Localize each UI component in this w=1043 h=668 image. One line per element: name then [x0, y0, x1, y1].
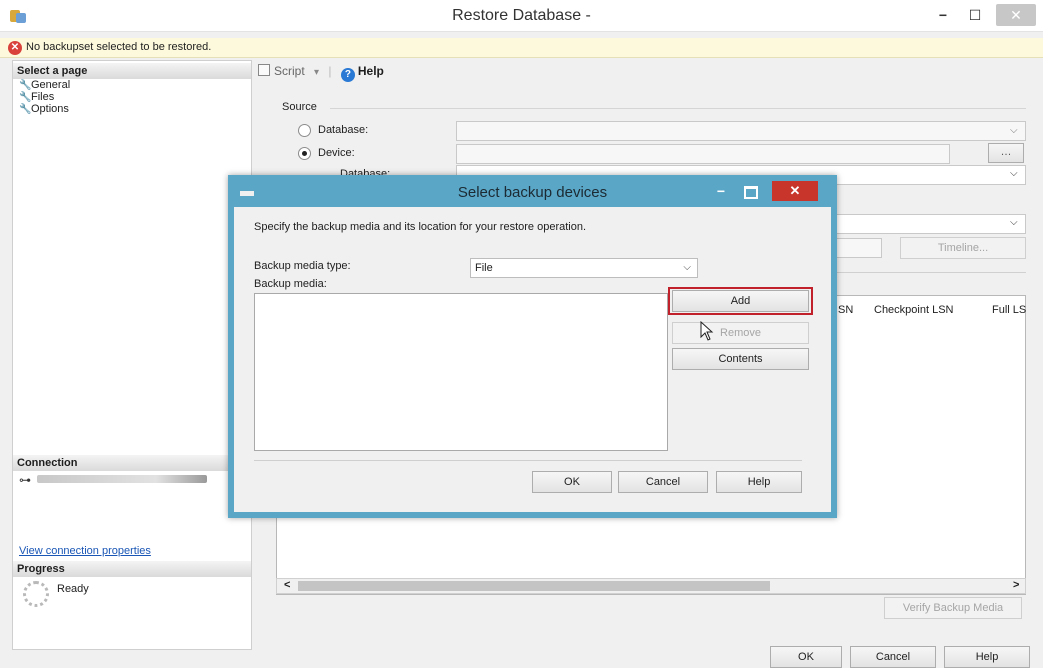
toolbar: Script ▾ | ? Help — [258, 64, 384, 82]
add-button[interactable]: Add — [672, 290, 809, 312]
verify-backup-media-button[interactable]: Verify Backup Media — [884, 597, 1022, 619]
window-title: Restore Database - — [452, 7, 591, 24]
dialog-cancel-button[interactable]: Cancel — [618, 471, 708, 493]
scroll-right-icon[interactable]: > — [1013, 579, 1019, 591]
source-divider — [330, 108, 1026, 109]
progress-status: Ready — [57, 583, 89, 595]
progress-header: Progress — [13, 561, 251, 577]
backup-media-label: Backup media: — [254, 278, 327, 290]
restore-to-select[interactable] — [836, 214, 1026, 234]
page-item-label: Files — [31, 91, 55, 103]
media-type-value: File — [475, 262, 493, 274]
error-icon: ✕ — [8, 41, 22, 55]
page-item-label: General — [31, 79, 71, 91]
wrench-icon: 🔧 — [19, 92, 32, 103]
device-path-field[interactable] — [456, 144, 950, 164]
page-item-options[interactable]: 🔧Options — [19, 103, 69, 115]
connection-icon: ⊶ — [19, 473, 31, 487]
grid-column-header: Full LS — [992, 304, 1027, 316]
cancel-button[interactable]: Cancel — [850, 646, 936, 668]
chevron-down-icon: ⌵ — [1010, 168, 1018, 179]
grid-column-header: SN — [838, 304, 854, 316]
media-type-select[interactable]: File ⌵ — [470, 258, 698, 278]
backup-media-list[interactable] — [254, 293, 668, 451]
database-select[interactable] — [456, 121, 1026, 141]
close-button[interactable]: ✕ — [996, 4, 1036, 26]
mouse-cursor-icon — [700, 321, 714, 341]
connection-header: Connection — [13, 455, 251, 471]
dialog-help-button[interactable]: Help — [716, 471, 802, 493]
device-option-label: Device: — [318, 147, 355, 159]
select-backup-devices-dialog: Select backup devices − ✕ Specify the ba… — [228, 175, 837, 518]
dialog-maximize-button[interactable] — [736, 181, 762, 201]
error-message: No backupset selected to be restored. — [26, 41, 212, 53]
help-button[interactable]: Help — [944, 646, 1030, 668]
maximize-button[interactable]: ☐ — [960, 4, 990, 26]
help-button[interactable]: ? Help — [340, 64, 384, 82]
dialog-title-bar: Select backup devices − ✕ — [234, 181, 831, 207]
database-option-label: Database: — [318, 124, 369, 136]
error-banner: ✕ No backupset selected to be restored. — [0, 38, 1043, 58]
browse-button[interactable]: … — [988, 143, 1024, 163]
media-type-label: Backup media type: — [254, 260, 351, 272]
toolbar-separator: | — [328, 64, 332, 78]
dialog-instruction: Specify the backup media and its locatio… — [254, 221, 587, 233]
page-item-label: Options — [31, 103, 69, 115]
page-item-general[interactable]: 🔧General — [19, 79, 70, 91]
page-item-files[interactable]: 🔧Files — [19, 91, 54, 103]
source-label: Source — [282, 101, 323, 113]
restore-to-field — [836, 238, 882, 258]
select-page-header: Select a page — [13, 63, 251, 79]
main-title-bar: Restore Database - − ☐ ✕ — [0, 0, 1043, 32]
script-icon — [258, 64, 270, 76]
remove-button[interactable]: Remove — [672, 322, 809, 344]
timeline-button[interactable]: Timeline... — [900, 237, 1026, 259]
chevron-down-icon: ⌵ — [683, 262, 691, 273]
minimize-button[interactable]: − — [928, 4, 958, 26]
script-button[interactable]: Script — [258, 64, 305, 78]
progress-spinner-icon — [23, 581, 49, 607]
dialog-ok-button[interactable]: OK — [532, 471, 612, 493]
chevron-down-icon[interactable]: ▾ — [314, 67, 319, 78]
wrench-icon: 🔧 — [19, 104, 32, 115]
scroll-left-icon[interactable]: < — [284, 579, 290, 591]
chevron-down-icon: ⌵ — [1010, 125, 1018, 136]
dialog-minimize-button[interactable]: − — [708, 183, 734, 199]
view-connection-properties-link[interactable]: View connection properties — [19, 545, 151, 557]
connection-info — [37, 475, 207, 483]
scrollbar-thumb[interactable] — [298, 581, 770, 591]
dialog-close-button[interactable]: ✕ — [772, 181, 818, 201]
help-icon: ? — [340, 68, 355, 82]
ok-button[interactable]: OK — [770, 646, 842, 668]
chevron-down-icon: ⌵ — [1010, 217, 1018, 228]
database-radio[interactable] — [298, 124, 311, 137]
contents-button[interactable]: Contents — [672, 348, 809, 370]
dialog-divider — [254, 460, 802, 461]
divider — [836, 272, 1026, 273]
grid-column-header: Checkpoint LSN — [874, 304, 954, 316]
left-pane: Select a page 🔧General 🔧Files 🔧Options C… — [12, 60, 252, 650]
wrench-icon: 🔧 — [19, 80, 32, 91]
device-radio[interactable] — [298, 147, 311, 160]
